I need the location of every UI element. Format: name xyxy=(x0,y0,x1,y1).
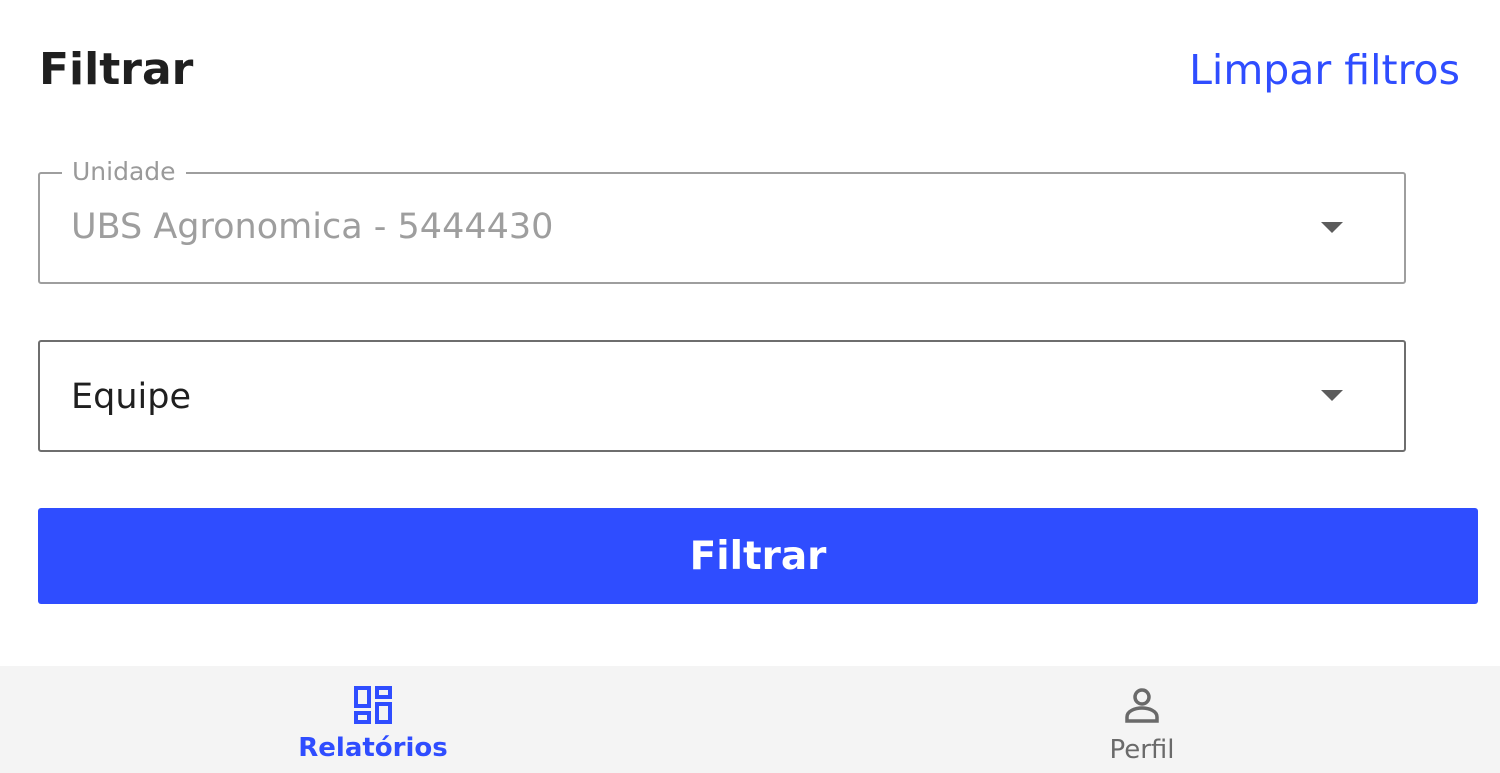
equipe-select[interactable]: Equipe xyxy=(38,340,1406,452)
filter-page: Filtrar Limpar filtros Unidade UBS Agron… xyxy=(0,0,1500,773)
unidade-label: Unidade xyxy=(62,158,186,186)
nav-label-relatorios: Relatórios xyxy=(298,733,448,763)
filter-submit-button[interactable]: Filtrar xyxy=(38,508,1478,604)
nav-label-perfil: Perfil xyxy=(1109,735,1175,765)
nav-item-perfil[interactable]: Perfil xyxy=(992,666,1292,773)
chevron-down-icon xyxy=(1321,390,1343,401)
person-icon xyxy=(1125,688,1159,723)
equipe-placeholder: Equipe xyxy=(71,377,191,417)
nav-item-relatorios[interactable]: Relatórios xyxy=(223,666,523,773)
unidade-select[interactable]: Unidade UBS Agronomica - 5444430 xyxy=(38,158,1406,284)
unidade-value: UBS Agronomica - 5444430 xyxy=(71,207,554,247)
chevron-down-icon xyxy=(1321,222,1343,233)
dashboard-icon xyxy=(354,686,392,724)
bottom-navigation: Relatórios Perfil xyxy=(0,666,1500,773)
page-title: Filtrar xyxy=(39,44,194,95)
clear-filters-link[interactable]: Limpar filtros xyxy=(1189,42,1460,98)
